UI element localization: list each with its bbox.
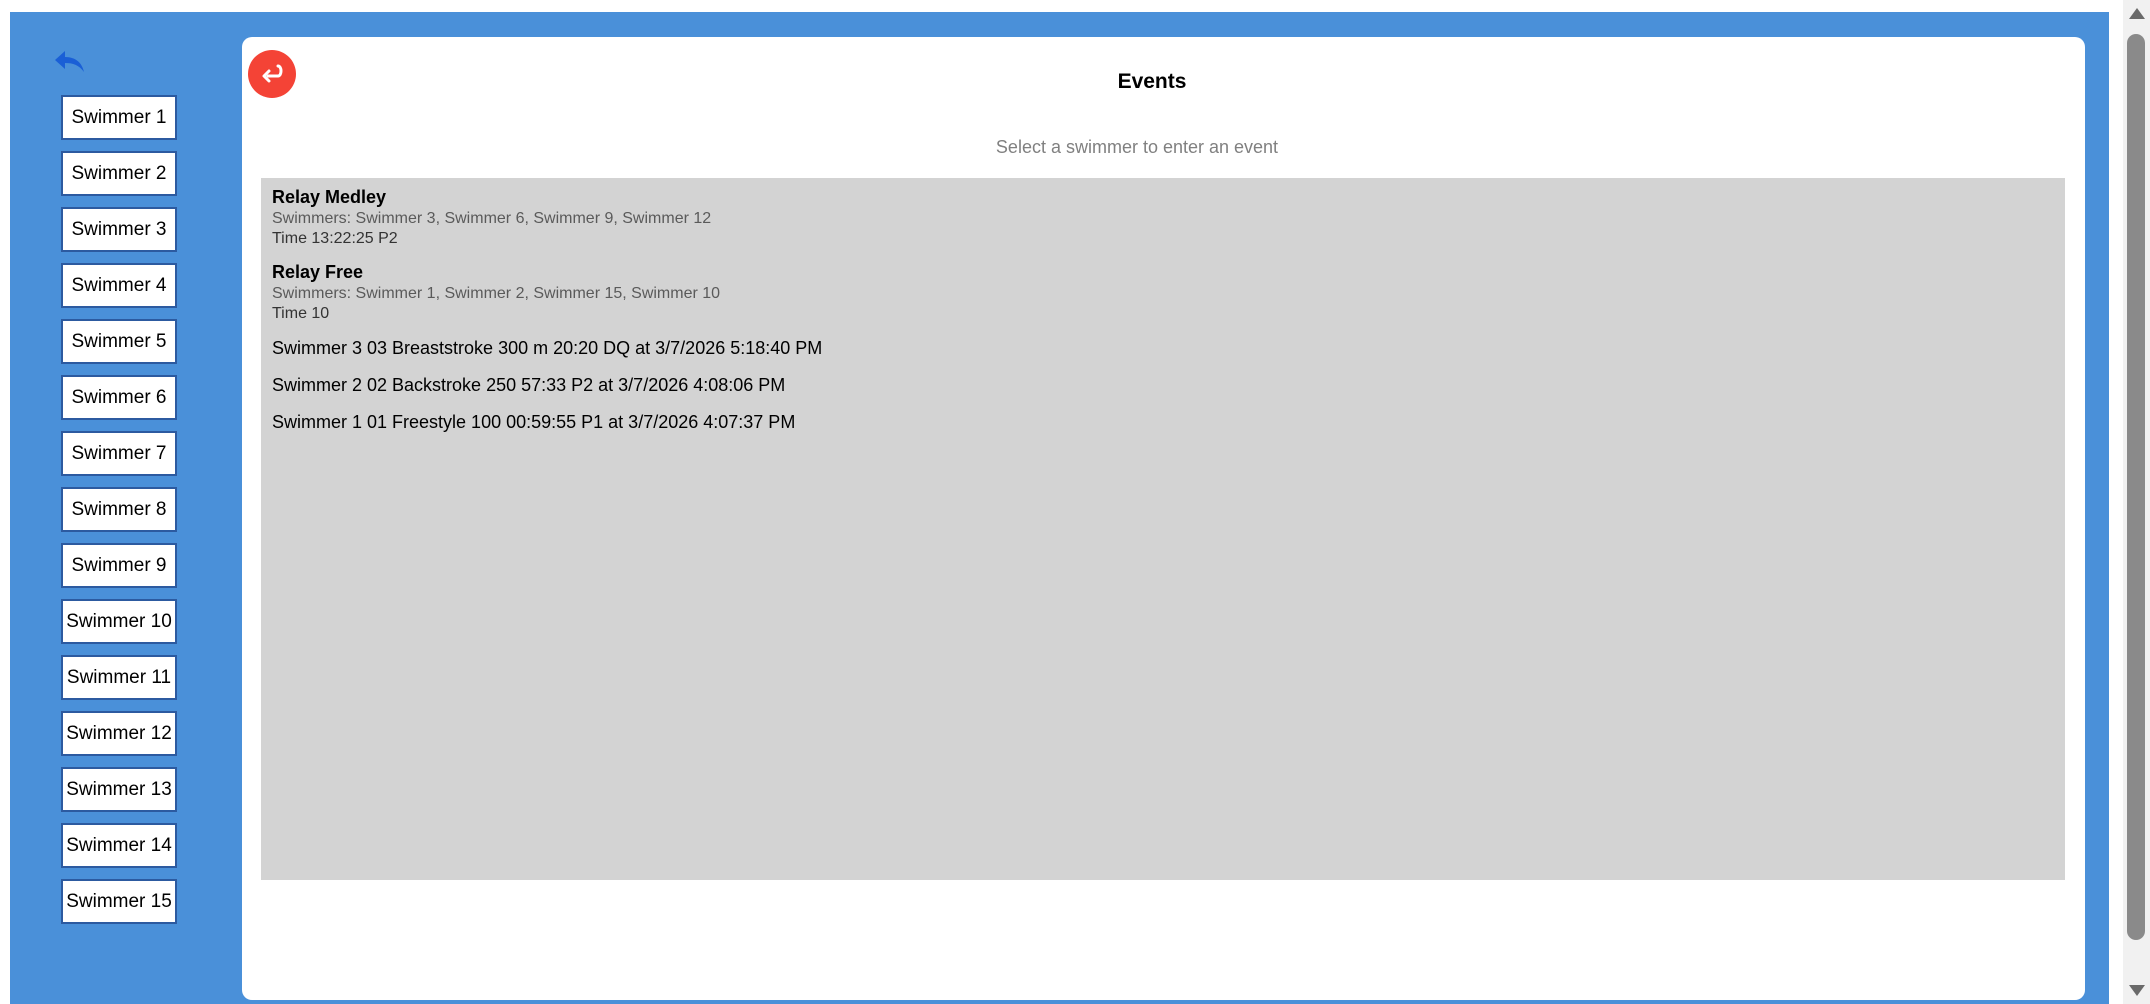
relay-time: Time 13:22:25 P2: [272, 230, 398, 247]
scroll-down-icon[interactable]: [2129, 985, 2145, 996]
swimmer-list: Swimmer 1 Swimmer 2 Swimmer 3 Swimmer 4 …: [61, 95, 177, 924]
relay-name: Relay Medley: [272, 187, 387, 207]
relay-swimmers: Swimmers: Swimmer 3, Swimmer 6, Swimmer …: [272, 210, 712, 227]
swimmer-button[interactable]: Swimmer 6: [61, 375, 177, 420]
swimmer-button[interactable]: Swimmer 4: [61, 263, 177, 308]
page-title: Events: [1117, 70, 1187, 93]
relay-swimmers: Swimmers: Swimmer 1, Swimmer 2, Swimmer …: [272, 285, 721, 302]
event-entry[interactable]: Swimmer 2 02 Backstroke 250 57:33 P2 at …: [272, 374, 2054, 396]
scrollbar-thumb[interactable]: [2127, 34, 2145, 940]
scroll-up-icon[interactable]: [2129, 8, 2145, 19]
relay-name: Relay Free: [272, 262, 364, 282]
relay-item[interactable]: Relay Medley Swimmers: Swimmer 3, Swimme…: [272, 186, 2054, 249]
events-panel: Events Select a swimmer to enter an even…: [242, 37, 2085, 1000]
swimmer-button[interactable]: Swimmer 7: [61, 431, 177, 476]
swimmer-button[interactable]: Swimmer 13: [61, 767, 177, 812]
swimmer-button[interactable]: Swimmer 1: [61, 95, 177, 140]
swimmer-button[interactable]: Swimmer 3: [61, 207, 177, 252]
swimmer-button[interactable]: Swimmer 11: [61, 655, 177, 700]
back-button[interactable]: [43, 39, 97, 85]
page-scrollbar[interactable]: [2123, 0, 2150, 1004]
events-list: Relay Medley Swimmers: Swimmer 3, Swimme…: [261, 178, 2065, 880]
relay-time: Time 10: [272, 305, 330, 322]
event-entry[interactable]: Swimmer 1 01 Freestyle 100 00:59:55 P1 a…: [272, 411, 2054, 433]
swimmer-button[interactable]: Swimmer 12: [61, 711, 177, 756]
swimmer-button[interactable]: Swimmer 10: [61, 599, 177, 644]
app-container: Swimmer 1 Swimmer 2 Swimmer 3 Swimmer 4 …: [10, 12, 2109, 1004]
swimmer-button[interactable]: Swimmer 15: [61, 879, 177, 924]
instruction-text: Select a swimmer to enter an event: [995, 137, 1279, 157]
swimmer-button[interactable]: Swimmer 14: [61, 823, 177, 868]
swimmer-button[interactable]: Swimmer 8: [61, 487, 177, 532]
reply-arrow-icon: [55, 51, 84, 72]
swimmer-button[interactable]: Swimmer 9: [61, 543, 177, 588]
relay-item[interactable]: Relay Free Swimmers: Swimmer 1, Swimmer …: [272, 261, 2054, 324]
event-entry[interactable]: Swimmer 3 03 Breaststroke 300 m 20:20 DQ…: [272, 337, 2054, 359]
swimmer-button[interactable]: Swimmer 5: [61, 319, 177, 364]
swimmer-button[interactable]: Swimmer 2: [61, 151, 177, 196]
